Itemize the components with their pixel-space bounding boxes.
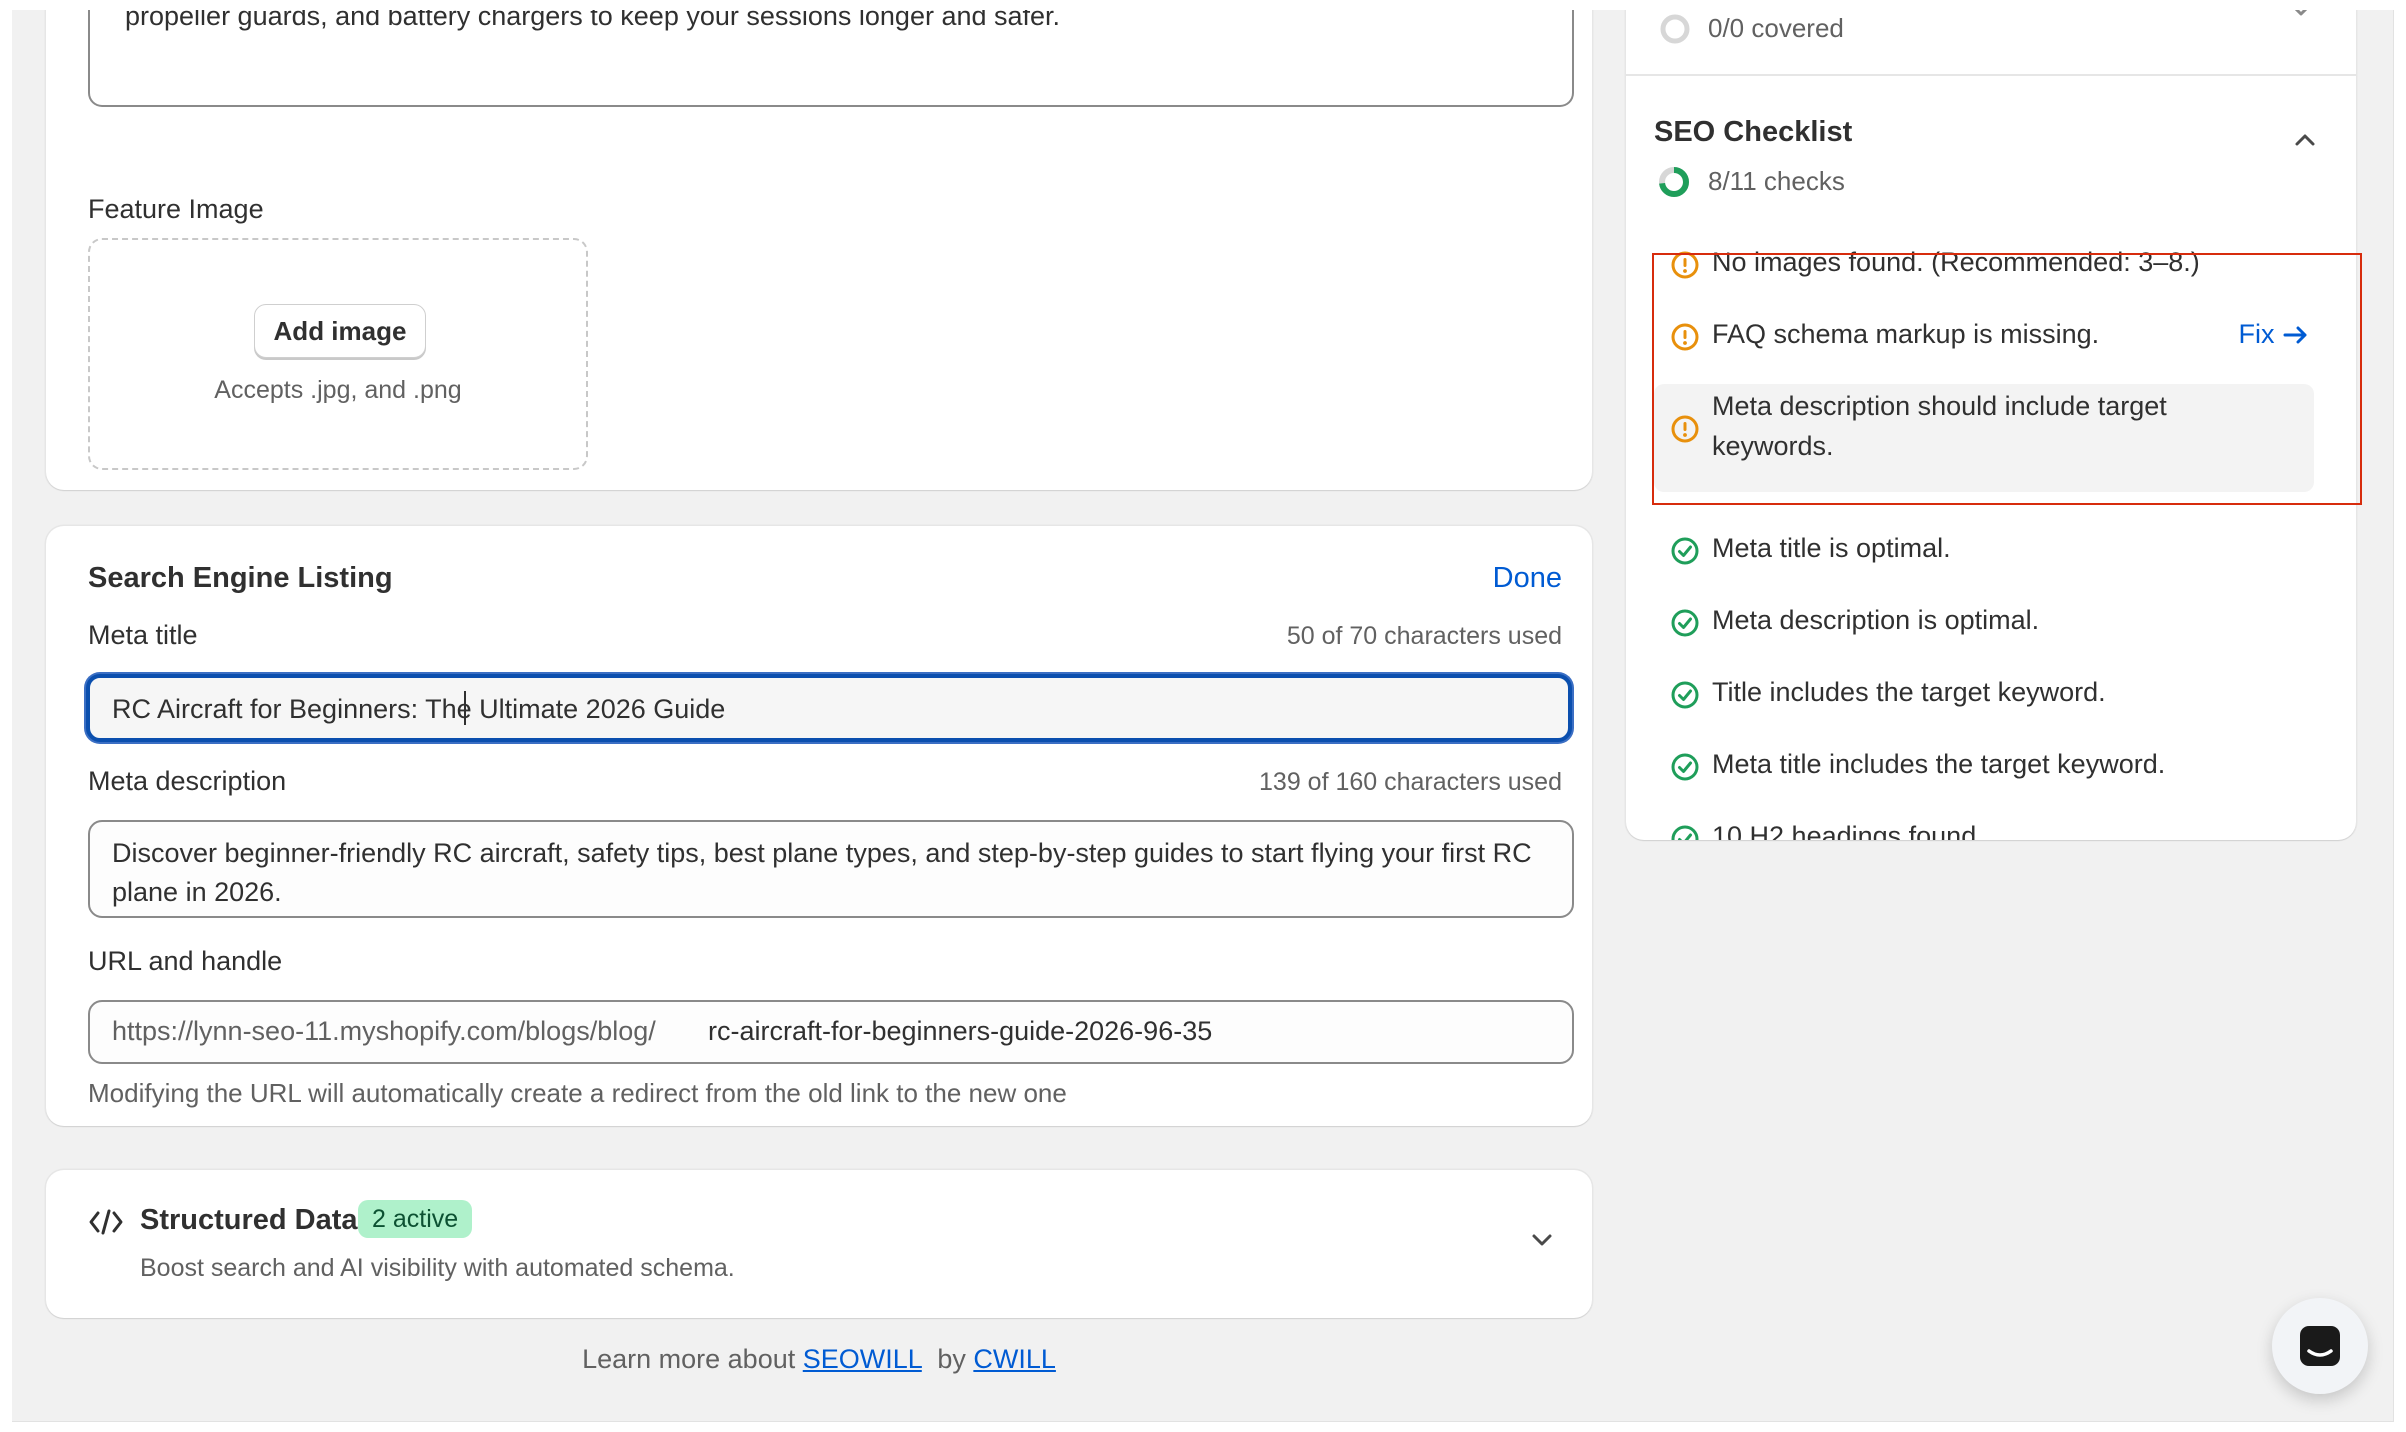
chevron-down-icon[interactable] (1528, 1230, 1556, 1250)
footer-by: by (937, 1344, 966, 1374)
card-title: Search Engine Listing (88, 562, 393, 594)
body-editor[interactable]: enhances your flying skills and increase… (88, 10, 1574, 107)
check-circle-icon (1671, 537, 1699, 565)
check-item-text: 10 H2 headings found. (1712, 821, 1984, 840)
code-icon (89, 1209, 123, 1235)
check-item-text: Meta title is optimal. (1712, 533, 1951, 563)
chat-launcher-button[interactable] (2272, 1298, 2368, 1394)
checks-progress-ring-icon (1659, 167, 1689, 197)
cwill-link[interactable]: CWILL (973, 1344, 1056, 1374)
text-caret (464, 691, 466, 725)
meta-description-label: Meta description (88, 766, 287, 796)
check-circle-icon (1671, 681, 1699, 709)
chat-icon (2300, 1326, 2340, 1366)
done-button[interactable]: Done (1493, 562, 1562, 595)
meta-description-input[interactable]: Discover beginner-friendly RC aircraft, … (88, 820, 1574, 918)
add-image-button[interactable]: Add image (254, 304, 426, 358)
url-prefix: https://lynn-seo-11.myshopify.com/blogs/… (112, 1016, 656, 1046)
chevron-down-icon[interactable] (2288, 10, 2314, 20)
accepted-formats-text: Accepts .jpg, and .png (214, 376, 462, 404)
chevron-up-icon[interactable] (2292, 130, 2318, 148)
footer-prefix: Learn more about (582, 1344, 796, 1374)
app-frame: enhances your flying skills and increase… (12, 10, 2394, 1422)
checks-count: 8/11 checks (1708, 166, 1845, 196)
url-handle-value: rc-aircraft-for-beginners-guide-2026-96-… (708, 1016, 1213, 1046)
check-circle-icon (1671, 825, 1699, 840)
highlight-box (1652, 253, 2362, 505)
meta-description-counter: 139 of 160 characters used (1259, 768, 1562, 796)
structured-data-description: Boost search and AI visibility with auto… (140, 1254, 735, 1282)
active-badge: 2 active (358, 1200, 473, 1238)
footer: Learn more about SEOWILL by CWILL (12, 1344, 1626, 1375)
body-text: enhances your flying skills and increase… (125, 10, 1061, 31)
meta-title-input[interactable]: RC Aircraft for Beginners: The Ultimate … (86, 674, 1572, 742)
url-hint: Modifying the URL will automatically cre… (88, 1078, 1067, 1108)
seo-checklist-title: SEO Checklist (1654, 116, 1853, 148)
check-item-text: Meta description is optimal. (1712, 605, 2040, 635)
meta-title-label: Meta title (88, 620, 198, 650)
feature-image-label: Feature Image (88, 194, 264, 224)
feature-image-dropzone[interactable]: Add image Accepts .jpg, and .png (88, 238, 588, 470)
url-handle-label: URL and handle (88, 946, 283, 976)
meta-title-value: RC Aircraft for Beginners: The Ultimate … (112, 694, 726, 724)
structured-data-card[interactable]: Structured Data 2 active Boost search an… (46, 1170, 1592, 1318)
content-card: enhances your flying skills and increase… (46, 10, 1592, 490)
check-circle-icon (1671, 609, 1699, 637)
check-item-text: Title includes the target keyword. (1712, 677, 2106, 707)
coverage-text: 0/0 covered (1708, 13, 1844, 43)
structured-data-title: Structured Data (140, 1204, 358, 1236)
url-handle-input[interactable]: https://lynn-seo-11.myshopify.com/blogs/… (88, 1000, 1574, 1064)
check-item-text: Meta title includes the target keyword. (1712, 749, 2166, 779)
search-engine-listing-card: Search Engine Listing Done Meta title 50… (46, 526, 1592, 1126)
meta-title-counter: 50 of 70 characters used (1286, 622, 1562, 650)
check-circle-icon (1671, 753, 1699, 781)
section-divider (1626, 74, 2356, 76)
coverage-ring-icon (1660, 14, 1690, 44)
seowill-link[interactable]: SEOWILL (803, 1344, 922, 1374)
meta-description-value: Discover beginner-friendly RC aircraft, … (112, 838, 1532, 907)
